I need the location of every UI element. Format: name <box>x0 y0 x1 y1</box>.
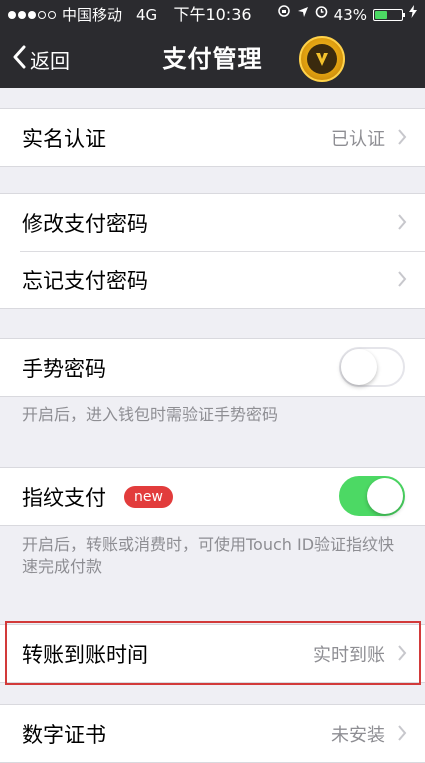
fingerprint-toggle[interactable] <box>339 476 405 516</box>
location-icon <box>297 0 309 30</box>
change-password-label: 修改支付密码 <box>22 211 148 236</box>
chevron-right-icon <box>397 721 407 747</box>
group-password: 修改支付密码 忘记支付密码 <box>0 193 425 309</box>
certificate-status: 未安装 <box>331 724 385 746</box>
toggle-knob <box>341 349 377 385</box>
change-password-row[interactable]: 修改支付密码 <box>0 194 425 251</box>
rotation-lock-icon <box>277 0 291 30</box>
realname-label: 实名认证 <box>22 126 106 151</box>
group-fingerprint: 指纹支付 new <box>0 467 425 526</box>
chevron-right-icon <box>397 641 407 667</box>
transfer-time-value: 实时到账 <box>313 644 385 666</box>
certificate-row[interactable]: 数字证书 未安装 <box>0 705 425 762</box>
transfer-time-row[interactable]: 转账到账时间 实时到账 <box>0 625 425 682</box>
fingerprint-label: 指纹支付 <box>22 485 106 510</box>
gesture-password-row: 手势密码 <box>0 339 425 396</box>
transfer-time-label: 转账到账时间 <box>22 642 148 667</box>
realname-status: 已认证 <box>331 128 385 150</box>
navigation-bar: 返回 支付管理 <box>0 30 425 88</box>
status-bar-right: 43% <box>277 0 417 30</box>
status-bar: 中国移动 4G 下午10:36 43% <box>0 0 425 30</box>
chevron-right-icon <box>397 125 407 151</box>
forgot-password-label: 忘记支付密码 <box>22 268 148 293</box>
header: 中国移动 4G 下午10:36 43% 返回 支付管理 <box>0 0 425 88</box>
gold-badge-icon[interactable] <box>299 36 345 82</box>
new-badge: new <box>124 485 173 508</box>
gesture-password-toggle[interactable] <box>339 347 405 387</box>
alarm-icon <box>315 0 328 30</box>
fingerprint-row: 指纹支付 new <box>0 468 425 525</box>
group-verification: 实名认证 已认证 <box>0 108 425 167</box>
certificate-label: 数字证书 <box>22 722 106 747</box>
battery-percent: 43% <box>333 6 367 24</box>
group-gesture: 手势密码 <box>0 338 425 397</box>
gesture-note: 开启后，进入钱包时需验证手势密码 <box>22 405 279 424</box>
group-certificate: 数字证书 未安装 <box>0 704 425 763</box>
group-transfer: 转账到账时间 实时到账 <box>0 624 425 683</box>
charging-icon <box>409 0 417 30</box>
chevron-right-icon <box>397 267 407 293</box>
gesture-password-label: 手势密码 <box>22 356 106 381</box>
page-title: 支付管理 <box>162 45 263 73</box>
battery-icon <box>373 9 405 21</box>
forgot-password-row[interactable]: 忘记支付密码 <box>0 251 425 308</box>
chevron-right-icon <box>397 210 407 236</box>
toggle-knob <box>367 478 403 514</box>
fingerprint-note: 开启后，转账或消费时，可使用Touch ID验证指纹快速完成付款 <box>22 535 395 576</box>
realname-row[interactable]: 实名认证 已认证 <box>0 109 425 166</box>
